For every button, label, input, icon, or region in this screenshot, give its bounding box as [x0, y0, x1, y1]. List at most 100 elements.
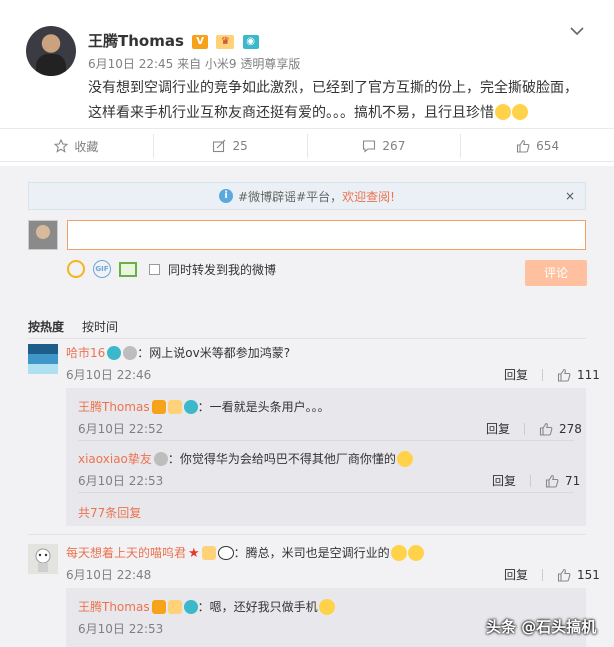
reply-button[interactable]: 回复	[486, 420, 510, 437]
favorite-label: 收藏	[74, 139, 99, 154]
smile-emoji-icon	[396, 450, 413, 467]
notice-text[interactable]: #微博辟谣#平台，	[238, 188, 342, 205]
reply-line: 王腾Thomas ：嗯，还好我只做手机	[78, 598, 335, 615]
separator	[542, 368, 544, 381]
vlog-badge-icon	[107, 345, 122, 360]
comments-section: i #微博辟谣#平台， 欢迎查阅! × GIF 同时转发到我的微博 评论 按热度…	[0, 166, 614, 647]
repost-count: 25	[232, 139, 248, 153]
smile-emoji-icon	[407, 544, 424, 561]
reply-line: xiaoxiao挚友 ：你觉得华为会给吗巴不得其他厂商你懂的	[78, 450, 413, 467]
separator	[530, 474, 532, 487]
comment-text: ：腾总，米司也是空调行业的	[233, 546, 390, 560]
reply-time: 6月10日 22:52	[78, 422, 164, 436]
also-repost-checkbox[interactable]	[149, 263, 160, 275]
member-badge-icon: ♛	[216, 34, 235, 49]
repost-icon	[213, 139, 226, 153]
smile-emoji-icon	[390, 544, 407, 561]
reply-line: 王腾Thomas ：一看就是头条用户。。。	[78, 398, 330, 415]
author-avatar[interactable]	[26, 26, 76, 76]
commenter-avatar[interactable]	[28, 544, 58, 574]
submit-comment-button[interactable]: 评论	[525, 260, 587, 286]
post-content-line: 这样看来手机行业互称友商还挺有爱的。。。搞机不易，且行且珍惜	[88, 101, 588, 126]
comment-line: 每天想着上天的喵呜君 ★ ：腾总，米司也是空调行业的	[66, 544, 424, 561]
verified-badge-icon	[151, 599, 166, 614]
reply-button[interactable]: 回复	[492, 472, 516, 489]
reply-author-name[interactable]: xiaoxiao挚友	[78, 450, 152, 467]
my-avatar	[28, 220, 58, 250]
divider	[78, 440, 574, 441]
member-badge-icon	[201, 545, 216, 560]
laugh-cry-emoji-icon	[512, 104, 528, 120]
notice-link[interactable]: 欢迎查阅!	[342, 188, 395, 205]
laugh-emoji-icon	[318, 598, 335, 615]
comment-time: 6月10日 22:48	[66, 568, 152, 582]
thumbs-up-icon[interactable]	[545, 474, 559, 488]
reply-author-name[interactable]: 王腾Thomas	[78, 598, 150, 615]
sort-tabs: 按热度 按时间	[28, 318, 118, 335]
emoji-picker-icon[interactable]	[67, 260, 85, 278]
verified-badge-icon	[151, 399, 166, 414]
post-meta: 6月10日 22:45 来自 小米9 透明尊享版	[88, 57, 301, 71]
composer-tools: GIF 同时转发到我的微博	[67, 260, 276, 278]
reply-like-count: 278	[559, 421, 582, 436]
star-badge-icon: ★	[188, 545, 200, 561]
thumbs-up-icon[interactable]	[557, 368, 571, 382]
commenter-avatar[interactable]	[28, 344, 58, 374]
gif-icon[interactable]: GIF	[93, 260, 111, 278]
reply-button[interactable]: 回复	[504, 366, 528, 383]
comment-actions: 回复 111	[504, 366, 600, 383]
repost-button[interactable]: 25	[154, 134, 308, 158]
thumbs-up-icon	[517, 139, 530, 153]
reply-time: 6月10日 22:53	[78, 474, 164, 488]
watermark: 头条 @石头搞机	[486, 618, 597, 636]
post-action-bar: 收藏 25 267 654	[0, 128, 614, 162]
chevron-down-icon[interactable]	[570, 24, 584, 40]
reply-time: 6月10日 22:53	[78, 622, 164, 636]
reply-author-name[interactable]: 王腾Thomas	[78, 398, 150, 415]
separator	[524, 422, 526, 435]
comment-line: 哈市16 ：网上说ov米等都参加鸿蒙?	[66, 344, 290, 361]
divider	[28, 338, 586, 339]
reply-text: ：一看就是头条用户。。。	[197, 400, 330, 414]
close-icon[interactable]: ×	[565, 189, 575, 203]
comment-count: 267	[382, 139, 406, 153]
rumor-notice-bar: i #微博辟谣#平台， 欢迎查阅! ×	[28, 182, 586, 210]
vlog-badge-icon	[183, 599, 198, 614]
comment-like-count: 151	[577, 567, 600, 582]
comment-actions: 回复 151	[504, 566, 600, 583]
tab-sort-time[interactable]: 按时间	[82, 318, 118, 335]
image-upload-icon[interactable]	[119, 261, 137, 277]
vlog-badge-icon: ◉	[242, 34, 259, 49]
laugh-cry-emoji-icon	[495, 104, 511, 120]
reply-text: ：你觉得华为会给吗巴不得其他厂商你懂的	[167, 452, 396, 466]
medal-badge-icon	[153, 451, 168, 466]
star-icon	[54, 139, 69, 153]
comment-like-count: 111	[577, 367, 600, 382]
vlog-badge-icon	[183, 399, 198, 414]
verified-badge-icon: V	[192, 34, 209, 49]
reply-button[interactable]: 回复	[504, 566, 528, 583]
thumbs-up-icon[interactable]	[539, 422, 553, 436]
reply-actions: 回复 71	[492, 472, 580, 489]
reply-actions: 回复 278	[486, 420, 582, 437]
thumbs-up-icon[interactable]	[557, 568, 571, 582]
also-repost-label[interactable]: 同时转发到我的微博	[168, 261, 276, 278]
separator	[542, 568, 544, 581]
like-button[interactable]: 654	[461, 134, 614, 158]
author-name[interactable]: 王腾Thomas	[88, 32, 184, 50]
post-content-text: 这样看来手机行业互称友商还挺有爱的。。。搞机不易，且行且珍惜	[88, 105, 494, 121]
favorite-button[interactable]: 收藏	[0, 134, 154, 158]
author-line: 王腾Thomas V ♛ ◉	[88, 30, 259, 51]
comment-icon	[363, 140, 376, 153]
info-icon: i	[219, 189, 234, 203]
medal-badge-icon	[123, 345, 138, 360]
comment-time: 6月10日 22:46	[66, 368, 152, 382]
comment-button[interactable]: 267	[308, 134, 462, 158]
comment-text: ：网上说ov米等都参加鸿蒙?	[137, 346, 291, 360]
commenter-name[interactable]: 哈市16	[66, 344, 105, 361]
divider	[78, 492, 574, 493]
comment-input[interactable]	[67, 220, 586, 250]
commenter-name[interactable]: 每天想着上天的喵呜君	[66, 544, 186, 561]
tab-sort-hot[interactable]: 按热度	[28, 318, 64, 335]
more-replies-link[interactable]: 共77条回复	[78, 504, 141, 521]
